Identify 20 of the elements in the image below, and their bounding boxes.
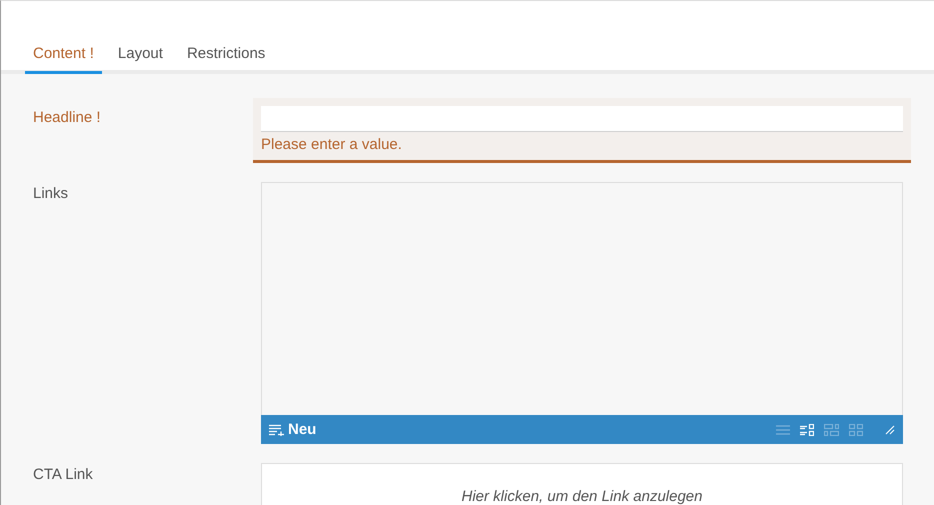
headline-input[interactable] — [261, 106, 903, 132]
list-view-icon — [776, 424, 790, 436]
tile-view-icon — [824, 424, 839, 436]
add-list-icon — [269, 424, 284, 436]
field-label: Links — [33, 184, 70, 204]
detail-view-icon — [800, 424, 814, 436]
tab[interactable]: Restrictions — [178, 45, 274, 74]
tab[interactable]: Layout — [110, 45, 171, 74]
view-mode-button[interactable] — [824, 424, 839, 436]
error-message: Please enter a value. — [261, 136, 403, 153]
grid-view-icon — [849, 424, 863, 436]
view-mode-button[interactable] — [776, 424, 790, 436]
new-button[interactable]: Neu — [269, 421, 316, 438]
field-label: Headline ! — [33, 108, 102, 128]
tab[interactable]: Content ! — [25, 45, 102, 74]
view-mode-button[interactable] — [849, 424, 863, 436]
view-mode-button[interactable] — [800, 424, 814, 436]
field-label: CTA Link — [33, 465, 94, 485]
link-picker[interactable]: Hier klicken, um den Link anzulegen — [261, 463, 903, 505]
resize-icon[interactable] — [885, 424, 895, 434]
